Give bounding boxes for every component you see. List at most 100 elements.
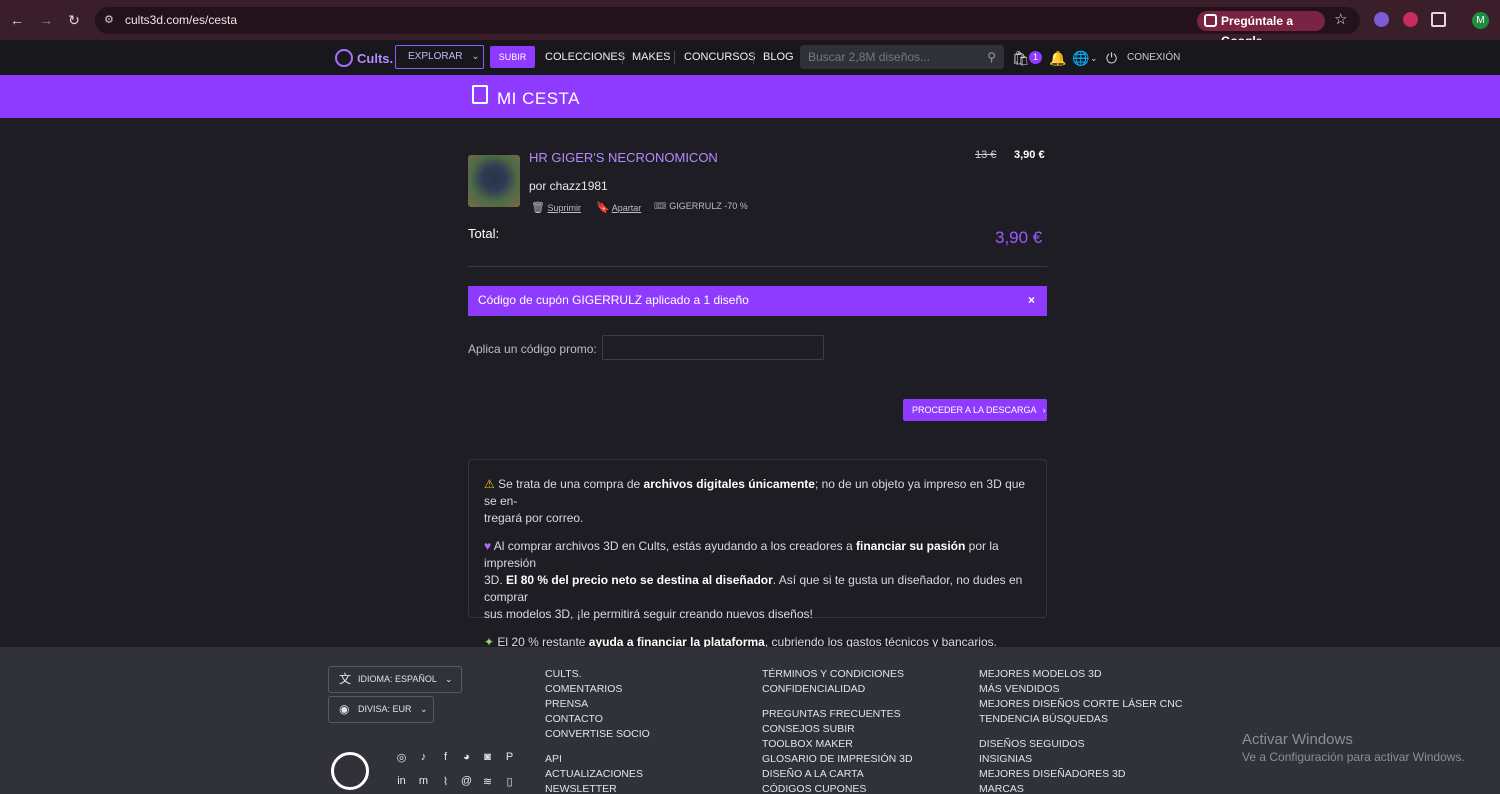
- extensions-puzzle-icon[interactable]: [1431, 12, 1446, 27]
- footer-link[interactable]: MARCAS: [979, 782, 1125, 794]
- footer-link[interactable]: GLOSARIO DE IMPRESIÓN 3D: [762, 752, 913, 767]
- forward-arrow-icon[interactable]: →: [37, 11, 55, 29]
- coupon-applied-alert: Código de cupón GIGERRULZ aplicado a 1 d…: [468, 286, 1047, 316]
- mastodon-icon[interactable]: m: [416, 775, 431, 790]
- footer-link[interactable]: CÓDIGOS CUPONES: [762, 782, 913, 794]
- url-text: cults3d.com/es/cesta: [125, 13, 238, 27]
- footer-link[interactable]: TÉRMINOS Y CONDICIONES: [762, 667, 904, 682]
- footer-link[interactable]: DISEÑO A LA CARTA: [762, 767, 913, 782]
- shopping-bag-icon: [472, 85, 488, 104]
- ticket-icon: 🎟: [654, 201, 667, 212]
- nav-concursos[interactable]: CONCURSOS: [684, 51, 756, 63]
- logo-text: Cults.: [357, 50, 394, 66]
- chevron-down-icon: ⌄: [420, 704, 428, 714]
- footer-link[interactable]: CONSEJOS SUBIR: [762, 722, 913, 737]
- bookmark-icon: 🔖: [596, 202, 610, 214]
- language-label: IDIOMA: ESPAÑOL: [358, 674, 437, 684]
- footer-link[interactable]: PRENSA: [545, 697, 650, 712]
- save-for-later-button[interactable]: 🔖 Apartar: [596, 201, 641, 214]
- bookmark-star-icon[interactable]: ☆: [1334, 10, 1347, 28]
- footer-link[interactable]: CONFIDENCIALIDAD: [762, 682, 904, 697]
- info-digital-files: ⚠ Se trata de una compra de archivos dig…: [484, 476, 1032, 527]
- linkedin-icon[interactable]: in: [394, 775, 409, 790]
- explore-dropdown[interactable]: EXPLORAR ⌄: [395, 45, 484, 69]
- mobile-app-icon[interactable]: ▯: [502, 775, 517, 790]
- currency-selector[interactable]: ◉ DIVISA: EUR ⌄: [328, 696, 434, 723]
- item-author[interactable]: por chazz1981: [529, 179, 608, 193]
- nav-makes[interactable]: MAKES: [632, 51, 671, 63]
- instagram-icon[interactable]: ◎: [394, 751, 409, 766]
- pinterest-icon[interactable]: P: [502, 751, 517, 766]
- translate-icon: 文: [339, 672, 352, 686]
- item-title-link[interactable]: HR GIGER'S NECRONOMICON: [529, 150, 718, 165]
- footer-link[interactable]: NEWSLETTER: [545, 782, 643, 794]
- footer-link[interactable]: DISEÑOS SEGUIDOS: [979, 737, 1125, 752]
- proceed-to-download-button[interactable]: PROCEDER A LA DESCARGA ›: [903, 399, 1047, 421]
- nav-divider: [622, 51, 623, 64]
- close-icon[interactable]: ×: [1028, 286, 1035, 315]
- nav-blog[interactable]: BLOG: [763, 51, 794, 63]
- footer-link[interactable]: ACTUALIZACIONES: [545, 767, 643, 782]
- footer-col-1b: API ACTUALIZACIONES NEWSLETTER: [545, 752, 643, 794]
- currency-label: DIVISA: EUR: [358, 704, 412, 714]
- cults-logo[interactable]: Cults.: [335, 49, 393, 67]
- item-thumbnail[interactable]: [468, 155, 520, 207]
- delete-item-button[interactable]: 🗑 Suprimir: [531, 201, 581, 214]
- footer-col-3: MEJORES MODELOS 3D MÁS VENDIDOS MEJORES …: [979, 667, 1182, 727]
- cults-footer-logo-icon[interactable]: [331, 752, 369, 790]
- cart-count-badge: 1: [1029, 51, 1042, 64]
- ask-google-button[interactable]: Pregúntale a Google: [1197, 11, 1325, 48]
- back-arrow-icon[interactable]: ←: [8, 11, 26, 29]
- footer-link[interactable]: CONVERTISE SOCIO: [545, 727, 650, 742]
- discord-icon[interactable]: ◙: [480, 751, 495, 766]
- login-link[interactable]: CONEXIÓN: [1127, 52, 1180, 63]
- bluesky-icon[interactable]: ⌇: [438, 775, 453, 790]
- facebook-icon[interactable]: f: [438, 751, 453, 766]
- purple-heart-icon: ♥: [484, 539, 492, 553]
- footer-link[interactable]: MÁS VENDIDOS: [979, 682, 1182, 697]
- address-bar[interactable]: ⚙ cults3d.com/es/cesta: [95, 7, 1360, 34]
- page-title-band: MI CESTA: [0, 75, 1500, 118]
- globe-icon[interactable]: 🌐: [1072, 50, 1089, 67]
- cart-icon[interactable]: 🛍: [1012, 50, 1030, 67]
- footer-link[interactable]: COMENTARIOS: [545, 682, 650, 697]
- footer-link[interactable]: API: [545, 752, 643, 767]
- promo-code-input[interactable]: [602, 335, 824, 360]
- reload-icon[interactable]: ↻: [65, 11, 83, 29]
- footer-link[interactable]: CULTS.: [545, 667, 650, 682]
- nav-divider: [674, 51, 675, 64]
- footer-link[interactable]: TOOLBOX MAKER: [762, 737, 913, 752]
- footer-link[interactable]: MEJORES DISEÑADORES 3D: [979, 767, 1125, 782]
- search-input[interactable]: Buscar 2,8M diseños... ⚲: [800, 45, 1004, 69]
- reddit-icon[interactable]: ◕: [459, 751, 474, 766]
- profile-avatar[interactable]: M: [1472, 12, 1489, 29]
- chevron-down-icon: ⌄: [471, 51, 480, 62]
- info-text: Se trata de una compra de: [498, 477, 644, 491]
- power-icon[interactable]: ⏻: [1106, 50, 1117, 67]
- coupon-tag: 🎟 GIGERRULZ -70 %: [654, 201, 748, 212]
- chevron-down-icon[interactable]: ⌄: [1090, 53, 1098, 64]
- item-old-price: 13 €: [975, 149, 997, 161]
- coupon-message: Código de cupón GIGERRULZ aplicado a 1 d…: [478, 293, 749, 307]
- threads-icon[interactable]: @: [459, 775, 474, 790]
- site-settings-icon[interactable]: ⚙: [104, 13, 118, 27]
- tiktok-icon[interactable]: ♪: [416, 751, 431, 766]
- nav-colecciones[interactable]: COLECCIONES: [545, 51, 625, 63]
- upload-button[interactable]: SUBIR: [490, 46, 535, 68]
- warning-icon: ⚠: [484, 477, 495, 491]
- info-support-creators: ♥ Al comprar archivos 3D en Cults, estás…: [484, 538, 1032, 623]
- windows-activation-watermark: Activar Windows Ve a Configuración para …: [1242, 731, 1465, 764]
- search-icon[interactable]: ⚲: [987, 45, 996, 69]
- rss-icon[interactable]: ≋: [480, 775, 495, 790]
- language-selector[interactable]: 文 IDIOMA: ESPAÑOL ⌄: [328, 666, 462, 693]
- footer-link[interactable]: TENDENCIA BÚSQUEDAS: [979, 712, 1182, 727]
- bell-icon[interactable]: 🔔: [1049, 50, 1066, 67]
- footer-link[interactable]: CONTACTO: [545, 712, 650, 727]
- footer-link[interactable]: MEJORES MODELOS 3D: [979, 667, 1182, 682]
- extension-shield-icon[interactable]: [1403, 12, 1418, 27]
- footer-link[interactable]: MEJORES DISEÑOS CORTE LÁSER CNC: [979, 697, 1182, 712]
- footer-link[interactable]: PREGUNTAS FRECUENTES: [762, 707, 913, 722]
- site-header: Cults. EXPLORAR ⌄ SUBIR COLECCIONES MAKE…: [0, 40, 1500, 75]
- footer-link[interactable]: INSIGNIAS: [979, 752, 1125, 767]
- extension-icon[interactable]: [1374, 12, 1389, 27]
